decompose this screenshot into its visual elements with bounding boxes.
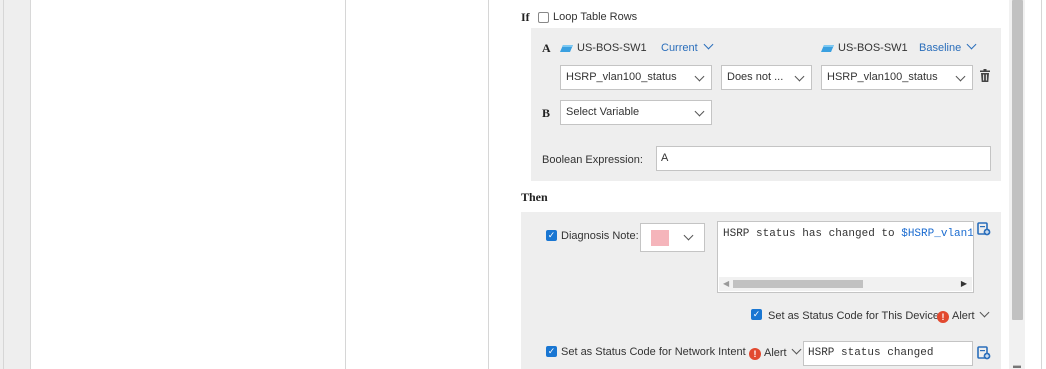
left-gutter <box>0 0 31 369</box>
intent-status-message-input[interactable]: HSRP status changed <box>803 341 973 366</box>
right-mode-label: Baseline <box>919 42 962 54</box>
chevron-down-icon <box>966 39 977 50</box>
insert-variable-icon[interactable] <box>977 222 991 236</box>
left-device-name: US-BOS-SW1 <box>577 42 647 54</box>
status-code-intent-checkbox[interactable]: ✓ <box>546 346 557 357</box>
chevron-down-icon <box>694 106 705 117</box>
note-text: HSRP status has changed to <box>723 228 902 240</box>
right-variable-value: HSRP_vlan100_status <box>827 71 938 83</box>
boolean-expression-label: Boolean Expression: <box>542 154 643 166</box>
scroll-left-arrow-icon[interactable]: ◀ <box>723 277 729 291</box>
then-heading: Then <box>521 190 548 204</box>
chevron-down-icon <box>683 230 694 241</box>
device-status-level: Alert <box>952 310 975 322</box>
switch-device-icon <box>560 45 573 52</box>
right-variable-select[interactable]: HSRP_vlan100_status <box>821 65 973 90</box>
right-border <box>1041 0 1042 369</box>
column-divider <box>488 0 489 369</box>
note-variable-token: $HSRP_vlan100_ <box>901 228 974 240</box>
textarea-horizontal-scrollbar[interactable]: ◀ ▶ <box>719 277 972 291</box>
diagnosis-note-checkbox[interactable]: ✓ <box>546 230 557 241</box>
boolean-expression-input[interactable]: A <box>656 146 991 171</box>
status-code-intent-label: Set as Status Code for Network Intent <box>561 346 746 358</box>
operator-value: Does not ... <box>727 71 784 83</box>
chevron-down-icon <box>979 307 990 318</box>
intent-status-level: Alert <box>764 347 787 359</box>
loop-table-rows-label: Loop Table Rows <box>553 11 638 23</box>
if-heading: If <box>521 10 530 24</box>
device-status-level-dropdown[interactable]: Alert <box>952 307 990 322</box>
alert-icon: ! <box>937 311 949 323</box>
row-b-label: B <box>542 106 551 120</box>
left-variable-select[interactable]: HSRP_vlan100_status <box>560 65 712 90</box>
diagnosis-note-textarea[interactable]: HSRP status has changed to $HSRP_vlan100… <box>717 221 974 293</box>
scroll-right-arrow-icon[interactable]: ▶ <box>961 277 967 291</box>
status-code-device-label: Set as Status Code for This Device <box>768 310 939 322</box>
left-variable-value: HSRP_vlan100_status <box>566 71 677 83</box>
chevron-down-icon <box>694 71 705 82</box>
chevron-down-icon <box>794 71 805 82</box>
trash-icon[interactable] <box>980 69 990 82</box>
textarea-scrollbar-thumb[interactable] <box>733 280 863 288</box>
right-device-name: US-BOS-SW1 <box>838 42 908 54</box>
diagnosis-note-label: Diagnosis Note: <box>561 230 639 242</box>
scroll-down-arrow-icon[interactable]: ▬ <box>1011 362 1023 369</box>
note-color-swatch <box>651 230 669 246</box>
intent-status-level-dropdown[interactable]: Alert <box>764 344 802 359</box>
right-mode-dropdown[interactable]: Baseline <box>919 39 977 54</box>
operator-select[interactable]: Does not ... <box>721 65 812 90</box>
note-color-picker[interactable] <box>640 223 705 252</box>
left-mode-label: Current <box>661 42 698 54</box>
status-code-device-checkbox[interactable]: ✓ <box>751 309 762 320</box>
column-divider <box>345 0 346 369</box>
chevron-down-icon <box>955 71 966 82</box>
switch-device-icon <box>821 45 834 52</box>
row-b-variable-value: Select Variable <box>566 106 640 118</box>
vertical-scrollbar-thumb[interactable] <box>1012 0 1023 320</box>
chevron-down-icon <box>703 39 714 50</box>
loop-table-rows-checkbox[interactable] <box>538 12 549 23</box>
row-b-variable-select[interactable]: Select Variable <box>560 100 712 125</box>
alert-icon: ! <box>749 348 761 360</box>
insert-variable-icon[interactable] <box>977 346 991 360</box>
row-a-label: A <box>542 41 551 55</box>
left-mode-dropdown[interactable]: Current <box>661 39 714 54</box>
chevron-down-icon <box>791 344 802 355</box>
